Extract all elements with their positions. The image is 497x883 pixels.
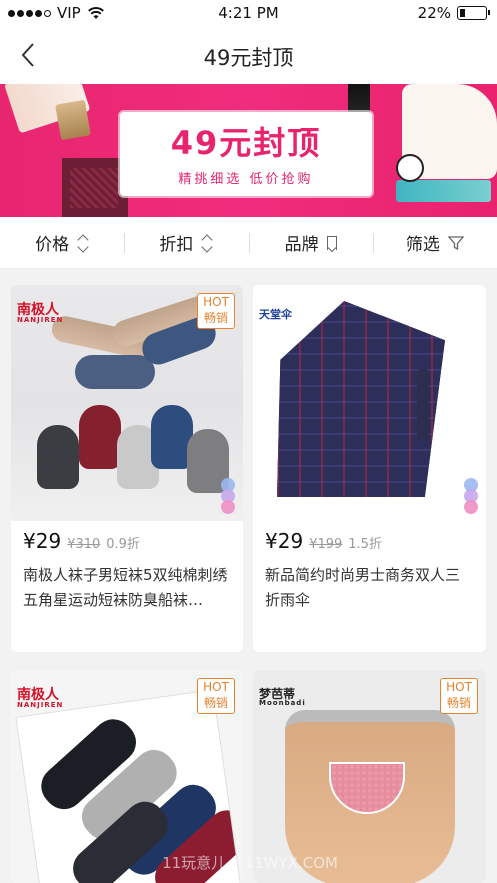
brand-logo: 南极人 NANJIREN <box>17 302 64 324</box>
filter-discount-label: 折扣 <box>159 235 194 255</box>
filter-discount[interactable]: 折扣 <box>124 217 248 268</box>
battery-percent: 22% <box>417 4 451 22</box>
gift-box-image <box>62 158 128 217</box>
filter-brand[interactable]: 品牌 <box>248 217 373 268</box>
product-name: 新品简约时尚男士商务双人三折雨伞 <box>265 566 461 609</box>
filter-bar: 价格 折扣 品牌 筛选 <box>0 217 497 269</box>
filter-more-label: 筛选 <box>405 235 440 255</box>
watermark: 11玩意儿 • 11WYX.COM <box>162 854 338 872</box>
original-price: ¥310 <box>67 537 101 552</box>
hot-badge: HOT 畅销 <box>440 678 478 714</box>
brand-logo: 南极人 NANJIREN <box>17 687 64 709</box>
filter-price[interactable]: 价格 <box>0 217 124 268</box>
discount-label: 1.5折 <box>348 537 382 552</box>
status-right: 22% <box>417 4 490 22</box>
hot-badge: HOT 畅销 <box>197 678 235 714</box>
product-name: 南极人袜子男短袜5双纯棉刺绣五角星运动短袜防臭船袜… <box>23 566 228 609</box>
hot-badge: HOT 畅销 <box>197 293 235 329</box>
color-options-icon <box>464 478 480 514</box>
filter-brand-label: 品牌 <box>284 235 319 255</box>
status-bar: VIP 4:21 PM 22% <box>0 0 497 26</box>
filter-price-label: 价格 <box>35 235 70 255</box>
tissue-pack-image <box>388 84 497 217</box>
product-card[interactable]: 南极人 NANJIREN HOT 畅销 ¥29 ¥310 0.9折 南极人袜子男短袜… <box>11 285 243 652</box>
promo-banner[interactable]: 49元封顶 精挑细选 低价抢购 <box>0 84 497 217</box>
banner-title: 49元封顶 <box>170 124 322 162</box>
brand-logo: 天堂伞 <box>259 308 292 321</box>
battery-icon <box>457 6 490 20</box>
product-price: ¥29 <box>23 529 62 553</box>
sort-icon <box>201 234 213 252</box>
sort-icon <box>77 234 89 252</box>
navigation-bar: 49元封顶 <box>0 26 497 84</box>
color-options-icon <box>221 478 237 514</box>
product-card[interactable]: 天堂伞 ¥29 ¥199 1.5折 新品简约时尚男士商务双人三折雨伞 <box>253 285 486 652</box>
discount-label: 0.9折 <box>106 537 140 552</box>
price-row: ¥29 ¥199 1.5折 <box>265 529 382 553</box>
bookmark-icon <box>326 235 337 250</box>
brand-logo: 梦芭蒂 Moonbadi <box>259 687 306 707</box>
price-row: ¥29 ¥310 0.9折 <box>23 529 140 553</box>
banner-subtitle: 精挑细选 低价抢购 <box>178 172 314 187</box>
filter-more[interactable]: 筛选 <box>372 217 497 268</box>
banner-card: 49元封顶 精挑细选 低价抢购 <box>120 112 372 196</box>
page-title: 49元封顶 <box>203 46 294 70</box>
cosmetic-cap-image <box>55 99 91 141</box>
original-price: ¥199 <box>309 537 343 552</box>
product-price: ¥29 <box>265 529 304 553</box>
filter-icon <box>447 235 464 250</box>
